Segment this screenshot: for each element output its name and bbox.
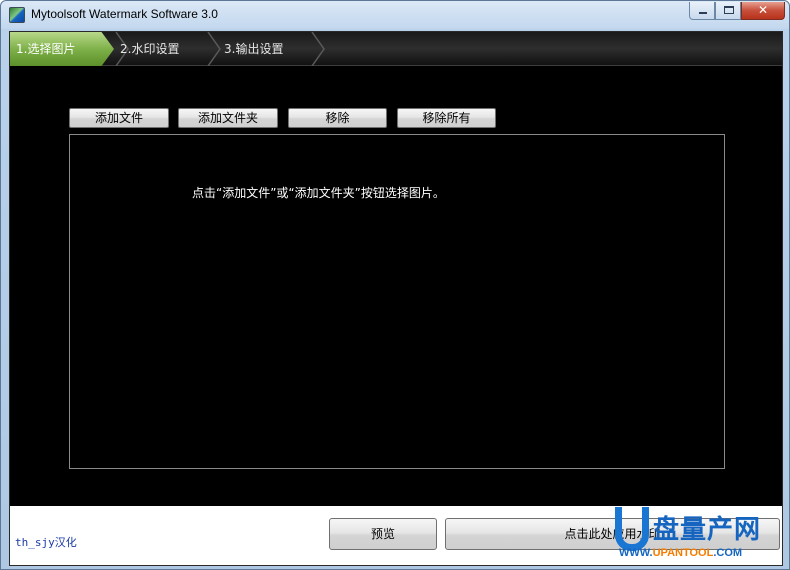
remove-all-button[interactable]: 移除所有 bbox=[397, 108, 496, 128]
maximize-icon bbox=[724, 6, 734, 14]
window-title: Mytoolsoft Watermark Software 3.0 bbox=[31, 7, 218, 21]
image-list[interactable]: 点击“添加文件”或“添加文件夹”按钮选择图片。 bbox=[69, 134, 725, 469]
step-navigation: 1.选择图片 2.水印设置 3.输出设置 bbox=[10, 32, 782, 66]
tab-watermark-settings[interactable]: 2.水印设置 bbox=[114, 32, 214, 66]
app-icon[interactable] bbox=[9, 7, 25, 23]
watermark-url-suffix: .COM bbox=[713, 547, 743, 559]
remove-button[interactable]: 移除 bbox=[288, 108, 387, 128]
watermark-brand: 盘量产网 bbox=[653, 515, 762, 545]
app-window: Mytoolsoft Watermark Software 3.0 ✕ 1.选择… bbox=[0, 0, 790, 570]
minimize-button[interactable] bbox=[689, 2, 715, 20]
empty-list-hint: 点击“添加文件”或“添加文件夹”按钮选择图片。 bbox=[192, 186, 445, 200]
maximize-button[interactable] bbox=[715, 2, 741, 20]
translator-credit: th_sjy汉化 bbox=[15, 536, 77, 549]
add-folder-button[interactable]: 添加文件夹 bbox=[178, 108, 278, 128]
site-watermark: 盘量产网 WWW.UPANTOOL.COM bbox=[615, 507, 785, 567]
step-separator-icon bbox=[311, 32, 325, 66]
add-file-button[interactable]: 添加文件 bbox=[69, 108, 169, 128]
close-icon: ✕ bbox=[757, 3, 769, 17]
watermark-url-prefix: WWW. bbox=[619, 547, 653, 559]
watermark-url-main: UPANTOOL bbox=[652, 547, 714, 559]
caption-buttons: ✕ bbox=[689, 2, 785, 21]
watermark-url: WWW.UPANTOOL.COM bbox=[619, 547, 742, 559]
title-bar[interactable]: Mytoolsoft Watermark Software 3.0 ✕ bbox=[1, 1, 789, 29]
tab-select-images[interactable]: 1.选择图片 bbox=[10, 32, 114, 66]
preview-button[interactable]: 预览 bbox=[329, 518, 437, 550]
minimize-icon bbox=[699, 12, 707, 14]
main-panel: 1.选择图片 2.水印设置 3.输出设置 添加文件 添加文件夹 移除 移除所有 … bbox=[9, 31, 783, 566]
close-button[interactable]: ✕ bbox=[741, 2, 785, 20]
watermark-logo-icon bbox=[615, 507, 649, 551]
tab-output-settings[interactable]: 3.输出设置 bbox=[218, 32, 318, 66]
